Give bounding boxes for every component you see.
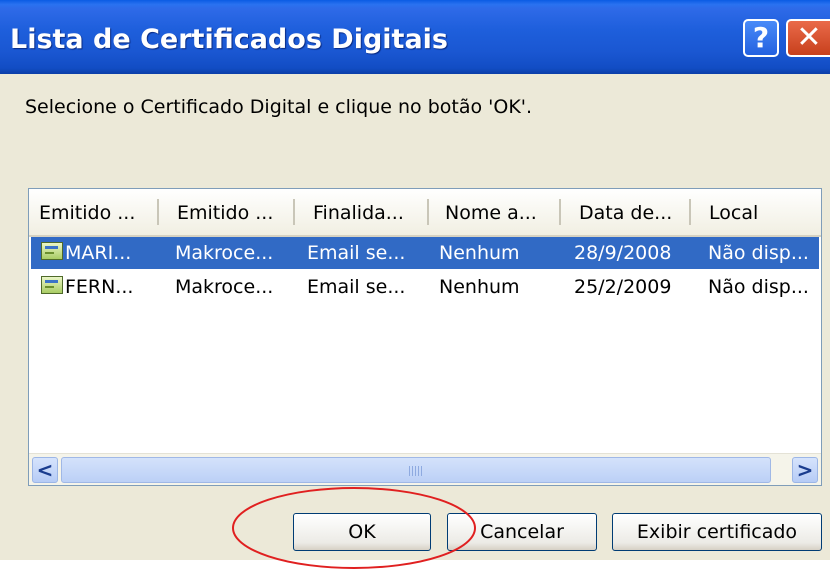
column-header-issued-by[interactable]: Emitido ... xyxy=(177,189,273,235)
scroll-left-button[interactable]: < xyxy=(32,457,58,483)
cell-issued-to: MARI... xyxy=(65,242,132,264)
scroll-right-button[interactable]: > xyxy=(792,457,818,483)
column-header-location[interactable]: Local xyxy=(709,189,758,235)
arrow-right-icon: > xyxy=(796,458,814,482)
help-icon: ? xyxy=(752,21,770,54)
horizontal-scrollbar[interactable]: < > xyxy=(29,453,821,485)
list-header: Emitido ... Emitido ... Finalida... Nome… xyxy=(29,189,821,237)
column-divider[interactable] xyxy=(689,199,691,225)
cell-issued-to: FERN... xyxy=(65,276,134,298)
column-divider[interactable] xyxy=(293,199,295,225)
cell-issued-by: Makroce... xyxy=(175,242,274,264)
certificate-dialog: Lista de Certificados Digitais ? ✕ Selec… xyxy=(0,0,830,560)
certificate-row[interactable]: FERN... Makroce... Email se... Nenhum 25… xyxy=(31,271,819,303)
certificate-row[interactable]: MARI... Makroce... Email se... Nenhum 28… xyxy=(31,237,819,269)
close-icon: ✕ xyxy=(796,20,822,55)
grip-icon xyxy=(409,466,423,476)
certificate-icon xyxy=(41,242,63,260)
view-certificate-button[interactable]: Exibir certificado xyxy=(612,513,822,551)
column-header-purpose[interactable]: Finalida... xyxy=(313,189,404,235)
cell-date: 25/2/2009 xyxy=(574,276,672,298)
certificate-list[interactable]: Emitido ... Emitido ... Finalida... Nome… xyxy=(28,188,822,486)
instruction-text: Selecione o Certificado Digital e clique… xyxy=(25,96,533,118)
column-header-date[interactable]: Data de... xyxy=(579,189,672,235)
cancel-button[interactable]: Cancelar xyxy=(447,513,597,551)
column-divider[interactable] xyxy=(427,199,429,225)
cell-purpose: Email se... xyxy=(307,276,406,298)
cell-issued-by: Makroce... xyxy=(175,276,274,298)
scroll-thumb[interactable] xyxy=(61,457,771,483)
cell-friendly-name: Nenhum xyxy=(439,276,520,298)
column-divider[interactable] xyxy=(559,199,561,225)
close-button[interactable]: ✕ xyxy=(786,19,830,57)
ok-button[interactable]: OK xyxy=(293,513,431,551)
cell-location: Não disp... xyxy=(708,276,809,298)
help-button[interactable]: ? xyxy=(743,19,779,57)
column-header-issued-to[interactable]: Emitido ... xyxy=(39,189,135,235)
cell-date: 28/9/2008 xyxy=(574,242,672,264)
cell-purpose: Email se... xyxy=(307,242,406,264)
window-title: Lista de Certificados Digitais xyxy=(10,24,448,55)
cell-friendly-name: Nenhum xyxy=(439,242,520,264)
arrow-left-icon: < xyxy=(36,458,54,482)
certificate-icon xyxy=(41,276,63,294)
cell-location: Não disp... xyxy=(708,242,809,264)
title-bar[interactable]: Lista de Certificados Digitais ? ✕ xyxy=(0,0,830,74)
column-header-friendly-name[interactable]: Nome a... xyxy=(445,189,537,235)
column-divider[interactable] xyxy=(157,199,159,225)
